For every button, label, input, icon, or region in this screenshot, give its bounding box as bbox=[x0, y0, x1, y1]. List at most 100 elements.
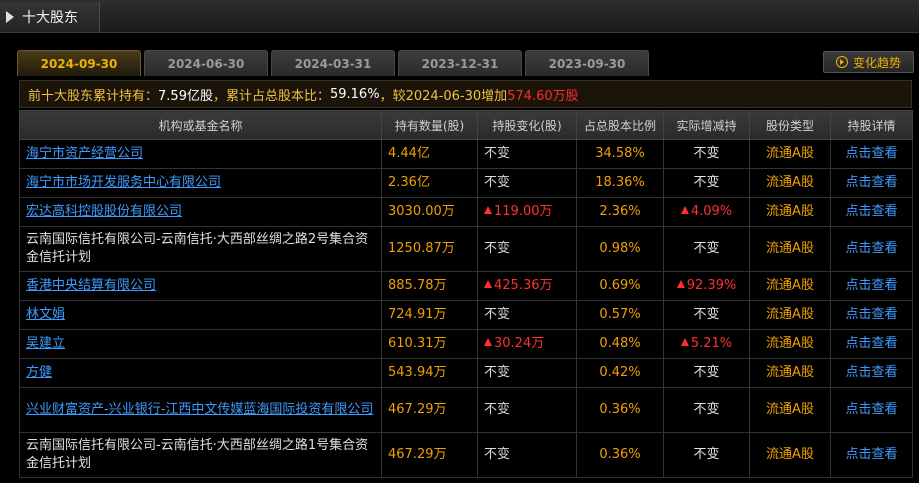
actual-cell: 5.21% bbox=[663, 329, 750, 359]
tab-2024-03-31[interactable]: 2024-03-31 bbox=[271, 50, 395, 76]
trend-button-label: 变化趋势 bbox=[852, 55, 901, 70]
detail-link[interactable]: 点击查看 bbox=[845, 447, 897, 462]
table-row: 吴建立 610.31万 30.24万 0.48% 5.21% 流通A股 点击查看 bbox=[19, 329, 913, 359]
change-cell: 30.24万 bbox=[477, 329, 577, 359]
table-row: 宏达高科控股股份有限公司 3030.00万 119.00万 2.36% 4.09% 流通A… bbox=[19, 197, 913, 227]
arrow-up-icon bbox=[484, 206, 492, 214]
quantity-cell: 610.31万 bbox=[381, 329, 478, 359]
detail-link[interactable]: 点击查看 bbox=[845, 204, 897, 219]
quantity-cell: 4.44亿 bbox=[381, 139, 478, 169]
shareholder-table: 机构或基金名称 持有数量(股) 持股变化(股) 占总股本比例 实际增减持 股份类… bbox=[19, 110, 913, 478]
actual-cell: 不变 bbox=[663, 226, 750, 272]
share-type-cell: 流通A股 bbox=[749, 358, 831, 388]
holder-name-link[interactable]: 方健 bbox=[26, 365, 52, 380]
share-type-cell: 流通A股 bbox=[749, 300, 831, 330]
detail-link[interactable]: 点击查看 bbox=[845, 241, 897, 256]
detail-link[interactable]: 点击查看 bbox=[845, 402, 897, 417]
holder-name-link[interactable]: 林文娟 bbox=[26, 307, 65, 322]
detail-link[interactable]: 点击查看 bbox=[845, 278, 897, 293]
holding-summary: 前十大股东累计持有： 7.59亿股 ，累计占总股本比： 59.16% ，较202… bbox=[19, 80, 912, 108]
holder-name-link[interactable]: 宏达高科控股股份有限公司 bbox=[26, 204, 182, 219]
holder-name-cell: 兴业财富资产-兴业银行-江西中文传媒蓝海国际投资有限公司 bbox=[19, 387, 382, 433]
table-row: 香港中央结算有限公司 885.78万 425.36万 0.69% 92.39% 流通A股点… bbox=[19, 271, 913, 301]
actual-value: 4.09% bbox=[690, 204, 733, 219]
holder-name-cell: 香港中央结算有限公司 bbox=[19, 271, 382, 301]
share-type-cell: 流通A股 bbox=[749, 271, 831, 301]
detail-cell: 点击查看 bbox=[830, 197, 913, 227]
detail-link[interactable]: 点击查看 bbox=[845, 146, 897, 161]
quantity-cell: 467.29万 bbox=[381, 387, 478, 433]
holder-name-cell: 吴建立 bbox=[19, 329, 382, 359]
table-row: 林文娟 724.91万 不变 0.57% 不变 流通A股 点击查看 bbox=[19, 300, 913, 330]
change-cell: 119.00万 bbox=[477, 197, 577, 227]
holder-name-link[interactable]: 海宁市资产经营公司 bbox=[26, 146, 143, 161]
share-type-cell: 流通A股 bbox=[749, 197, 831, 227]
arrow-up-icon bbox=[484, 338, 492, 346]
share-type-cell: 流通A股 bbox=[749, 139, 831, 169]
share-type-cell: 流通A股 bbox=[749, 387, 831, 433]
change-value: 119.00万 bbox=[494, 204, 553, 219]
arrow-up-icon bbox=[484, 280, 492, 288]
table-row: 海宁市资产经营公司 4.44亿 不变 34.58% 不变 流通A股 点击查看 bbox=[19, 139, 913, 169]
table-header-row: 机构或基金名称 持有数量(股) 持股变化(股) 占总股本比例 实际增减持 股份类… bbox=[19, 110, 913, 140]
detail-cell: 点击查看 bbox=[830, 168, 913, 198]
detail-link[interactable]: 点击查看 bbox=[845, 175, 897, 190]
tab-2023-09-30[interactable]: 2023-09-30 bbox=[525, 50, 649, 76]
detail-link[interactable]: 点击查看 bbox=[845, 307, 897, 322]
change-cell: 不变 bbox=[477, 139, 577, 169]
table-row: 兴业财富资产-兴业银行-江西中文传媒蓝海国际投资有限公司 467.29万 不变 0.3… bbox=[19, 387, 913, 433]
chevron-right-icon bbox=[6, 11, 14, 23]
detail-link[interactable]: 点击查看 bbox=[845, 336, 897, 351]
detail-cell: 点击查看 bbox=[830, 387, 913, 433]
quantity-cell: 3030.00万 bbox=[381, 197, 478, 227]
detail-cell: 点击查看 bbox=[830, 226, 913, 272]
header-detail: 持股详情 bbox=[830, 110, 913, 140]
header-ratio: 占总股本比例 bbox=[576, 110, 664, 140]
table-row: 方健 543.94万 不变 0.42% 不变 流通A股 点击查看 bbox=[19, 358, 913, 388]
panel-title: 十大股东 bbox=[22, 10, 78, 26]
tab-2023-12-31[interactable]: 2023-12-31 bbox=[398, 50, 522, 76]
tab-2024-09-30[interactable]: 2024-09-30 bbox=[17, 50, 141, 76]
summary-prefix: 前十大股东累计持有： bbox=[28, 88, 159, 104]
tab-2024-06-30[interactable]: 2024-06-30 bbox=[144, 50, 268, 76]
header-quantity: 持有数量(股) bbox=[381, 110, 478, 140]
table-row: 海宁市市场开发服务中心有限公司 2.36亿 不变 18.36% 不变 流通A股 点击查看 bbox=[19, 168, 913, 198]
actual-cell: 不变 bbox=[663, 432, 750, 478]
ratio-cell: 2.36% bbox=[576, 197, 664, 227]
holder-name-cell: 云南国际信托有限公司-云南信托·大西部丝绸之路1号集合资金信托计划 bbox=[19, 432, 382, 478]
change-cell: 不变 bbox=[477, 358, 577, 388]
ratio-cell: 0.48% bbox=[576, 329, 664, 359]
quantity-cell: 467.29万 bbox=[381, 432, 478, 478]
summary-increase: 574.60万股 bbox=[507, 88, 579, 104]
header-change: 持股变化(股) bbox=[477, 110, 577, 140]
detail-link[interactable]: 点击查看 bbox=[845, 365, 897, 380]
ratio-cell: 0.36% bbox=[576, 432, 664, 478]
holder-name-cell: 海宁市资产经营公司 bbox=[19, 139, 382, 169]
detail-cell: 点击查看 bbox=[830, 300, 913, 330]
ratio-cell: 0.36% bbox=[576, 387, 664, 433]
holder-name-link[interactable]: 兴业财富资产-兴业银行-江西中文传媒蓝海国际投资有限公司 bbox=[26, 402, 373, 417]
arrow-up-icon bbox=[680, 338, 689, 346]
change-value: 425.36万 bbox=[494, 278, 553, 293]
detail-cell: 点击查看 bbox=[830, 139, 913, 169]
holder-name-link[interactable]: 海宁市市场开发服务中心有限公司 bbox=[26, 175, 221, 190]
holder-name-cell: 方健 bbox=[19, 358, 382, 388]
holder-name-link[interactable]: 香港中央结算有限公司 bbox=[26, 278, 156, 293]
quantity-cell: 2.36亿 bbox=[381, 168, 478, 198]
header-share-type: 股份类型 bbox=[749, 110, 831, 140]
ratio-cell: 18.36% bbox=[576, 168, 664, 198]
actual-cell: 不变 bbox=[663, 300, 750, 330]
ratio-cell: 0.42% bbox=[576, 358, 664, 388]
quantity-cell: 724.91万 bbox=[381, 300, 478, 330]
change-cell: 不变 bbox=[477, 226, 577, 272]
change-cell: 不变 bbox=[477, 387, 577, 433]
share-type-cell: 流通A股 bbox=[749, 329, 831, 359]
change-value: 30.24万 bbox=[494, 336, 545, 351]
summary-mid: ，累计占总股本比： bbox=[212, 88, 330, 104]
header-name: 机构或基金名称 bbox=[19, 110, 382, 140]
actual-cell: 4.09% bbox=[663, 197, 750, 227]
holder-name-link[interactable]: 吴建立 bbox=[26, 336, 65, 351]
trend-button[interactable]: 变化趋势 bbox=[823, 51, 914, 73]
detail-cell: 点击查看 bbox=[830, 432, 913, 478]
panel-title-tab[interactable]: 十大股东 bbox=[0, 2, 100, 32]
